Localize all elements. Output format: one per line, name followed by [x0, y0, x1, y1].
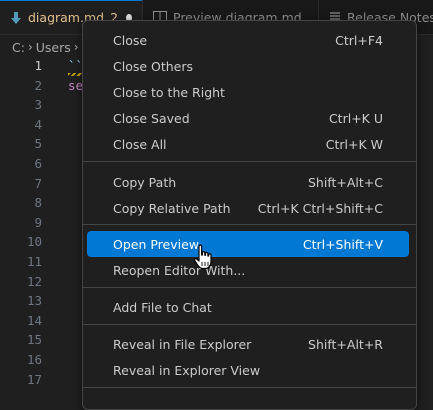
menu-item-label: Close to the Right — [113, 84, 225, 100]
line-number: 16 — [26, 352, 42, 367]
line-number: 5 — [34, 136, 42, 152]
menu-item-label: Reopen Editor With... — [113, 262, 246, 278]
menu-item-close-saved[interactable]: Close Saved Ctrl+K U — [87, 105, 409, 131]
breadcrumb-drive[interactable]: C: — [12, 40, 25, 55]
menu-item-label: Close All — [113, 136, 167, 152]
menu-item-shortcut: Ctrl+F4 — [335, 32, 383, 48]
menu-item-shortcut: Shift+Alt+R — [308, 336, 383, 352]
line-number: 3 — [34, 97, 42, 113]
menu-item-close-all[interactable]: Close All Ctrl+K W — [87, 131, 409, 157]
menu-item-shortcut: Ctrl+K Ctrl+Shift+C — [257, 200, 383, 216]
line-number: 7 — [34, 175, 42, 191]
menu-item-open-preview[interactable]: Open Preview Ctrl+Shift+V — [87, 231, 409, 257]
line-number: 1 — [34, 58, 42, 73]
line-number: 13 — [26, 293, 42, 309]
menu-separator — [83, 224, 416, 225]
menu-item-label: Close — [113, 32, 148, 48]
menu-item-copy-path[interactable]: Copy Path Shift+Alt+C — [87, 169, 409, 195]
menu-item-reveal-in-explorer-view[interactable]: Reveal in Explorer View — [87, 357, 409, 383]
menu-item-shortcut: Shift+Alt+C — [307, 174, 383, 190]
menu-item-add-file-to-chat[interactable]: Add File to Chat — [87, 294, 409, 320]
line-number: 15 — [26, 332, 42, 348]
line-number: 4 — [34, 116, 42, 132]
menu-item-shortcut: Ctrl+K U — [328, 110, 383, 126]
chevron-right-icon: › — [73, 40, 79, 54]
markdown-arrow-icon — [10, 11, 22, 25]
tab-context-menu: Close Ctrl+F4 Close Others Close to the … — [82, 20, 417, 410]
line-number: 11 — [26, 254, 42, 269]
menu-item-copy-relative-path[interactable]: Copy Relative Path Ctrl+K Ctrl+Shift+C — [87, 195, 409, 221]
menu-item-label: Open Preview — [113, 236, 200, 252]
menu-item-label: Add File to Chat — [113, 299, 212, 315]
line-number: 10 — [26, 234, 42, 250]
code-line[interactable]: `` — [68, 58, 83, 73]
menu-item-close-to-right[interactable]: Close to the Right — [87, 79, 409, 105]
menu-item-reopen-editor-with[interactable]: Reopen Editor With... — [87, 257, 409, 283]
menu-item-label: Copy Path — [113, 174, 177, 190]
menu-item-label: Close Others — [113, 58, 194, 74]
menu-separator — [83, 324, 416, 325]
menu-separator — [83, 161, 416, 162]
menu-item-label: Reveal in Explorer View — [113, 362, 261, 378]
menu-item-label: Close Saved — [113, 110, 190, 126]
menu-item-reveal-in-file-explorer[interactable]: Reveal in File Explorer Shift+Alt+R — [87, 331, 409, 357]
menu-item-label: Copy Relative Path — [113, 200, 231, 216]
menu-separator — [83, 387, 416, 388]
line-number: 2 — [34, 77, 42, 93]
code-line[interactable]: se — [68, 78, 83, 93]
menu-item-close[interactable]: Close Ctrl+F4 — [87, 27, 409, 53]
breadcrumb: C: › Users › — [12, 39, 79, 55]
menu-item-label: Reveal in File Explorer — [113, 336, 252, 352]
line-number: 14 — [26, 312, 42, 328]
line-number: 8 — [34, 195, 42, 211]
line-number: 9 — [34, 214, 42, 230]
chevron-right-icon: › — [27, 40, 33, 54]
menu-item-shortcut: Ctrl+K W — [325, 136, 383, 152]
line-number: 6 — [34, 156, 42, 171]
menu-item-close-others[interactable]: Close Others — [87, 53, 409, 79]
line-number: 12 — [26, 273, 42, 289]
menu-separator — [83, 287, 416, 288]
line-number: 17 — [26, 371, 42, 387]
menu-item-shortcut: Ctrl+Shift+V — [302, 236, 383, 252]
breadcrumb-folder[interactable]: Users — [36, 40, 71, 55]
